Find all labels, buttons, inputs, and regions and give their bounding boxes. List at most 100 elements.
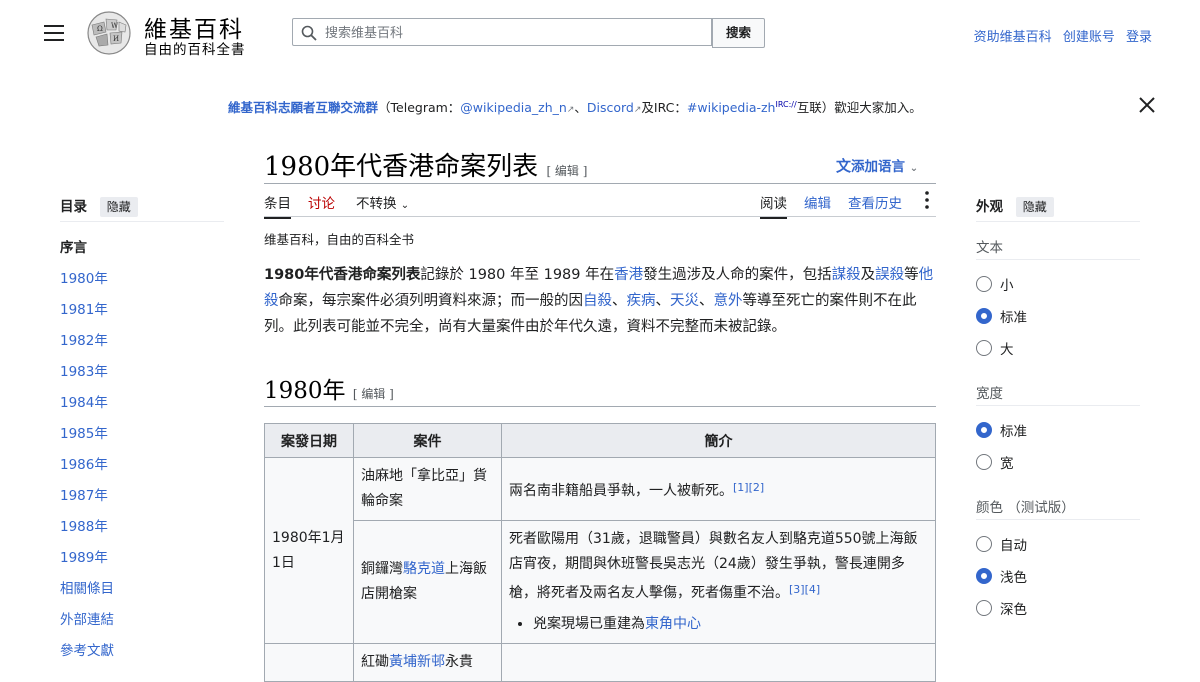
toc-item-1984[interactable]: 1984年	[60, 391, 108, 411]
title-divider	[264, 183, 936, 184]
link-whampoa-estate[interactable]: 黃埔新邨	[389, 654, 445, 670]
toc-item-1983[interactable]: 1983年	[60, 360, 108, 380]
donate-link[interactable]: 资助维基百科	[974, 30, 1052, 45]
radio-button[interactable]	[976, 276, 992, 292]
search-box[interactable]	[292, 18, 712, 46]
appearance-title: 外观	[976, 199, 1003, 215]
irc-link[interactable]: #wikipedia-zh	[687, 100, 776, 115]
color-option-light[interactable]: 浅色	[976, 566, 1027, 586]
tab-read[interactable]: 阅读	[760, 192, 787, 219]
search-input[interactable]	[323, 22, 707, 44]
radio-button[interactable]	[976, 454, 992, 470]
community-group-link[interactable]: 維基百科志願者互聯交流群	[228, 100, 378, 115]
edit-label[interactable]: [ 编辑 ]	[546, 164, 587, 178]
link-lockhart-road[interactable]: 駱克道	[403, 561, 445, 577]
radio-button[interactable]	[976, 536, 992, 552]
text-size-option-large[interactable]: 大	[976, 338, 1014, 358]
tab-article[interactable]: 条目	[264, 192, 291, 219]
edit-label[interactable]: [ 编辑 ]	[353, 387, 394, 401]
reference-link[interactable]: [1][2]	[733, 481, 764, 494]
site-tagline: 自由的百科全書	[144, 42, 246, 58]
intro-text: 命案，每宗案件必須列明資料來源；而一般的因	[278, 293, 584, 309]
option-label: 大	[1000, 342, 1014, 358]
close-icon[interactable]	[1136, 94, 1158, 116]
case-text: 銅鑼灣	[361, 561, 403, 577]
title-edit-link[interactable]: [ 编辑 ]	[546, 164, 587, 178]
link-disaster[interactable]: 天災	[670, 293, 699, 309]
reference-link[interactable]: [3][4]	[789, 583, 820, 596]
link-manslaughter[interactable]: 誤殺	[875, 267, 904, 283]
radio-button-selected[interactable]	[976, 568, 992, 584]
site-notice: 維基百科志願者互聯交流群（Telegram：@wikipedia_zh_n↗、D…	[228, 97, 922, 116]
toc-item-1985[interactable]: 1985年	[60, 422, 108, 442]
color-option-dark[interactable]: 深色	[976, 598, 1027, 618]
link-hong-kong[interactable]: 香港	[614, 267, 643, 283]
tab-edit[interactable]: 编辑	[804, 192, 831, 212]
wikipedia-globe-icon[interactable]: Ω W И	[84, 10, 134, 56]
toc-item-1982[interactable]: 1982年	[60, 329, 108, 349]
variant-label: 不转换	[356, 196, 397, 212]
bullet-text: 兇案現場已重建為	[533, 616, 645, 632]
tab-talk[interactable]: 讨论	[308, 192, 335, 212]
column-header-date: 案發日期	[264, 423, 354, 458]
text-size-option-small[interactable]: 小	[976, 274, 1014, 294]
link-murder[interactable]: 謀殺	[832, 267, 861, 283]
tab-variant[interactable]: 不转换 ⌄	[356, 192, 409, 212]
toc-item-1986[interactable]: 1986年	[60, 453, 108, 473]
toc-item-external-links[interactable]: 外部連結	[60, 608, 114, 628]
option-label: 自动	[1000, 538, 1027, 554]
toc-item-1988[interactable]: 1988年	[60, 515, 108, 535]
summary-cell: 死者歐陽用（31歲，退職警員）與數名友人到駱克道550號上海飯店宵夜，期間與休班…	[501, 520, 936, 644]
svg-text:W: W	[111, 22, 119, 30]
section-edit-link[interactable]: [ 编辑 ]	[353, 387, 394, 401]
more-actions-icon[interactable]	[922, 190, 932, 210]
appearance-divider	[976, 519, 1140, 520]
radio-button-selected[interactable]	[976, 422, 992, 438]
toc-item-1980[interactable]: 1980年	[60, 267, 108, 287]
toc-item-1981[interactable]: 1981年	[60, 298, 108, 318]
chevron-down-icon: ⌄	[909, 163, 919, 174]
color-option-auto[interactable]: 自动	[976, 534, 1027, 554]
appearance-header: 外观 隐藏	[976, 195, 1054, 217]
toc-item-1989[interactable]: 1989年	[60, 546, 108, 566]
tab-history[interactable]: 查看历史	[848, 192, 902, 212]
toc-hide-button[interactable]: 隐藏	[99, 197, 138, 217]
date-cell	[264, 643, 354, 682]
login-link[interactable]: 登录	[1126, 30, 1152, 45]
radio-button[interactable]	[976, 340, 992, 356]
option-label: 小	[1000, 278, 1014, 294]
intro-text: 等	[904, 267, 919, 283]
summary-bullets: 兇案現場已重建為東角中心	[509, 612, 928, 637]
toc-item-see-also[interactable]: 相關條目	[60, 577, 114, 597]
main-menu-button[interactable]	[44, 25, 64, 41]
case-cell: 紅磡黃埔新邨永貴	[353, 643, 502, 682]
search-button[interactable]: 搜索	[712, 18, 765, 48]
add-languages-button[interactable]: 文添加语言 ⌄	[836, 155, 918, 176]
radio-button-selected[interactable]	[976, 308, 992, 324]
option-label: 宽	[1000, 456, 1014, 472]
telegram-link[interactable]: @wikipedia_zh_n	[460, 100, 567, 115]
toc-item-references[interactable]: 參考文獻	[60, 639, 114, 659]
toc-header: 目录 隐藏	[60, 195, 138, 217]
summary-cell	[501, 643, 936, 682]
user-links: 资助维基百科 创建账号 登录	[967, 26, 1152, 45]
link-disease[interactable]: 疾病	[627, 293, 656, 309]
case-cell: 銅鑼灣駱克道上海飯店開槍案	[353, 520, 502, 644]
summary-cell: 兩名南非籍船員爭執，一人被斬死。[1][2]	[501, 457, 936, 521]
width-option-wide[interactable]: 宽	[976, 452, 1014, 472]
link-accident[interactable]: 意外	[714, 293, 743, 309]
link-east-point-centre[interactable]: 東角中心	[645, 616, 701, 632]
text-size-option-standard[interactable]: 标准	[976, 306, 1027, 326]
summary-text: 兩名南非籍船員爭執，一人被斬死。	[509, 482, 733, 499]
intro-text: 記錄於 1980 年至 1989 年在	[420, 267, 615, 283]
radio-button[interactable]	[976, 600, 992, 616]
toc-item-1987[interactable]: 1987年	[60, 484, 108, 504]
toc-item-intro[interactable]: 序言	[60, 236, 87, 256]
create-account-link[interactable]: 创建账号	[1063, 30, 1115, 45]
link-suicide[interactable]: 自殺	[583, 293, 612, 309]
width-option-standard[interactable]: 标准	[976, 420, 1027, 440]
search-icon	[301, 25, 317, 41]
discord-link[interactable]: Discord	[587, 100, 634, 115]
section-divider	[264, 406, 936, 407]
appearance-hide-button[interactable]: 隐藏	[1015, 197, 1054, 217]
